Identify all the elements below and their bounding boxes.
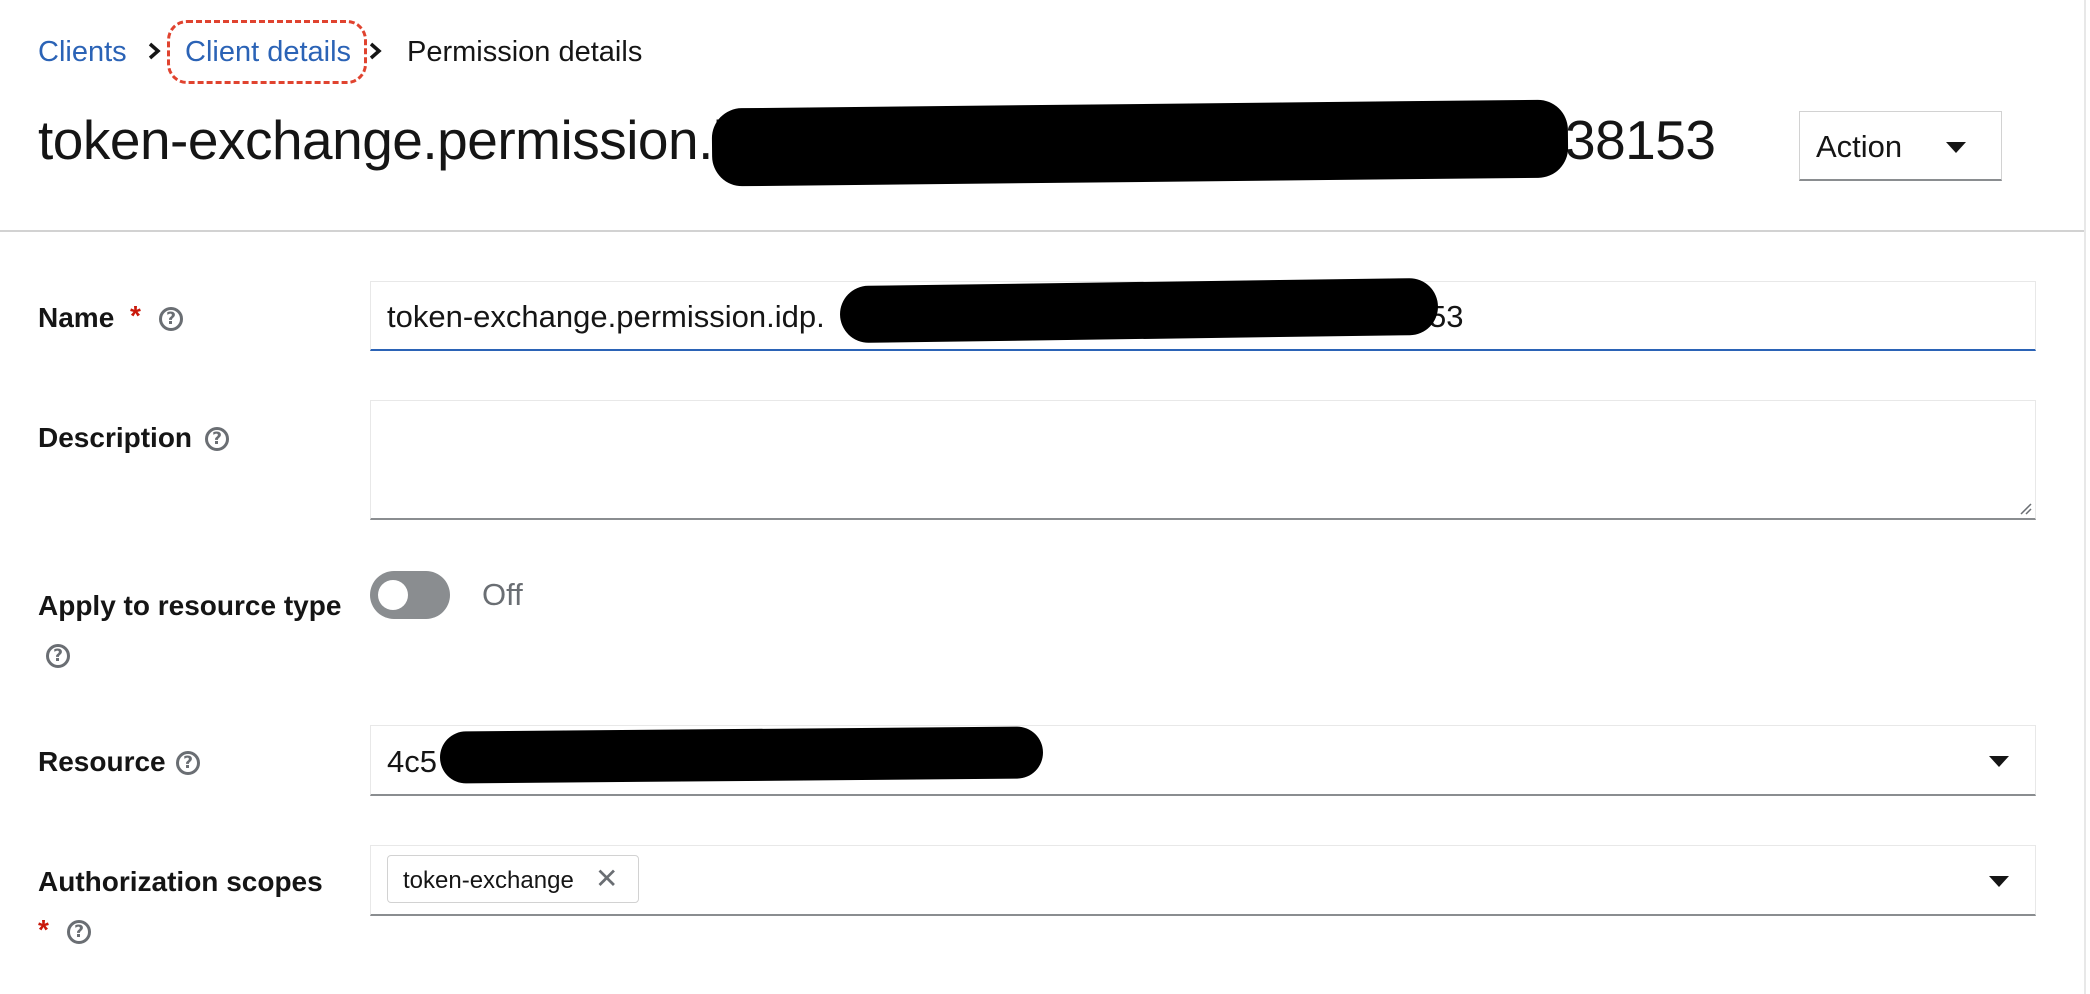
breadcrumb-clients-link[interactable]: Clients (38, 36, 127, 69)
action-dropdown[interactable]: Action (1799, 111, 2002, 181)
page-title-text: token-exchange.permission.idp (38, 109, 785, 171)
redaction-mark (711, 99, 1569, 187)
name-label: Name (38, 302, 115, 333)
apply-resource-type-label: Apply to resource type (38, 590, 342, 621)
redaction-mark (439, 726, 1044, 784)
description-textarea[interactable] (370, 400, 2036, 520)
resource-label: Resource (38, 746, 166, 777)
action-dropdown-label: Action (1816, 129, 1903, 164)
authorization-scopes-select[interactable]: token-exchange ✕ (370, 845, 2036, 916)
description-label: Description (38, 422, 193, 453)
authorization-scopes-label: Authorization scopes (38, 866, 323, 897)
resource-select-value: 4c5 (387, 744, 437, 779)
question-circle-icon[interactable]: ? (176, 751, 200, 775)
question-circle-icon[interactable]: ? (205, 427, 229, 451)
breadcrumb-current: Permission details (407, 36, 643, 68)
toggle-state-text: Off (482, 577, 523, 612)
apply-resource-type-toggle[interactable] (370, 571, 450, 619)
page-title-suffix: 38153 (1565, 109, 1716, 171)
question-circle-icon[interactable]: ? (67, 920, 91, 944)
times-icon[interactable]: ✕ (595, 862, 618, 895)
caret-down-icon (1946, 142, 1966, 153)
breadcrumb-client-details-link[interactable]: Client details (185, 36, 351, 69)
name-input-value: token-exchange.permission.idp. (387, 299, 825, 334)
required-marker: * (38, 914, 49, 945)
scroll-edge (2084, 0, 2086, 994)
question-circle-icon[interactable]: ? (46, 644, 70, 668)
angle-right-icon (148, 42, 161, 60)
redaction-mark (839, 277, 1439, 344)
resize-handle-icon[interactable] (2018, 501, 2032, 515)
caret-down-icon[interactable] (1989, 756, 2009, 767)
angle-right-icon (369, 42, 382, 60)
header-divider (0, 230, 2084, 232)
question-circle-icon[interactable]: ? (159, 307, 183, 331)
required-marker: * (130, 300, 141, 331)
toggle-knob (378, 580, 408, 610)
scope-chip-label: token-exchange (403, 867, 574, 894)
scope-chip: token-exchange ✕ (387, 855, 639, 903)
caret-down-icon[interactable] (1989, 876, 2009, 887)
